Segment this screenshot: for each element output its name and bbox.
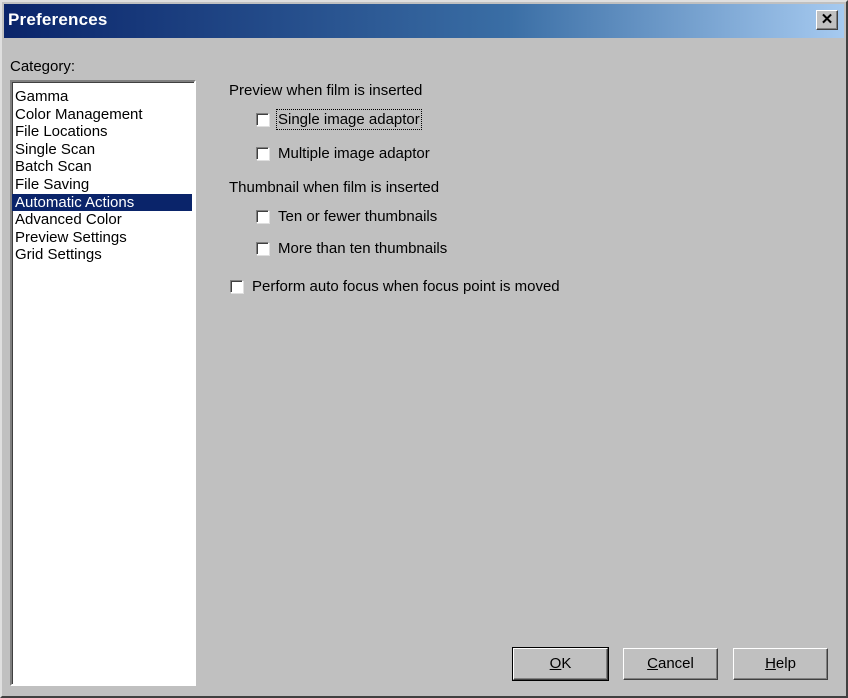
category-item-single-scan[interactable]: Single Scan: [12, 141, 192, 159]
auto-focus-checkbox[interactable]: Perform auto focus when focus point is m…: [230, 278, 560, 295]
window-title: Preferences: [8, 10, 108, 29]
category-item-gamma[interactable]: Gamma: [12, 88, 192, 106]
preferences-dialog: Preferences ✕ Category: Gamma Color Mana…: [0, 0, 848, 698]
preview-heading: Preview when film is inserted: [229, 82, 423, 99]
multiple-image-adaptor-checkbox[interactable]: Multiple image adaptor: [256, 145, 430, 162]
checkbox-box[interactable]: [256, 113, 269, 126]
more-than-ten-thumbnails-checkbox[interactable]: More than ten thumbnails: [256, 240, 447, 257]
help-label-rest: elp: [775, 655, 796, 672]
checkbox-box[interactable]: [256, 242, 269, 255]
category-item-advanced-color[interactable]: Advanced Color: [12, 211, 192, 229]
thumbnail-heading: Thumbnail when film is inserted: [229, 179, 440, 196]
single-image-adaptor-checkbox[interactable]: Single image adaptor: [256, 109, 422, 130]
close-icon: ✕: [820, 11, 834, 28]
close-button[interactable]: ✕: [816, 10, 838, 30]
category-item-batch-scan[interactable]: Batch Scan: [12, 158, 192, 176]
category-label: Category:: [10, 58, 76, 75]
checkbox-label[interactable]: Multiple image adaptor: [278, 145, 430, 162]
ok-label-rest: K: [561, 655, 572, 672]
title-bar[interactable]: Preferences ✕: [4, 4, 844, 38]
help-mnemonic: H: [765, 655, 776, 672]
help-button[interactable]: Help: [733, 648, 828, 680]
checkbox-box[interactable]: [230, 280, 243, 293]
category-item-automatic-actions[interactable]: Automatic Actions: [12, 193, 192, 212]
cancel-mnemonic: C: [647, 655, 658, 672]
category-item-color-management[interactable]: Color Management: [12, 106, 192, 124]
cancel-label-rest: ancel: [657, 655, 694, 672]
category-item-preview-settings[interactable]: Preview Settings: [12, 229, 192, 247]
category-item-grid-settings[interactable]: Grid Settings: [12, 246, 192, 264]
checkbox-label[interactable]: Perform auto focus when focus point is m…: [252, 278, 560, 295]
category-list[interactable]: Gamma Color Management File Locations Si…: [10, 80, 196, 686]
checkbox-label[interactable]: More than ten thumbnails: [278, 240, 447, 257]
ok-mnemonic: O: [549, 655, 562, 672]
checkbox-box[interactable]: [256, 147, 269, 160]
cancel-button[interactable]: Cancel: [623, 648, 718, 680]
category-item-file-saving[interactable]: File Saving: [12, 176, 192, 194]
checkbox-label[interactable]: Ten or fewer thumbnails: [278, 208, 437, 225]
checkbox-label[interactable]: Single image adaptor: [276, 109, 422, 130]
category-item-file-locations[interactable]: File Locations: [12, 123, 192, 141]
checkbox-box[interactable]: [256, 210, 269, 223]
ok-button[interactable]: OK: [512, 647, 609, 681]
ten-or-fewer-thumbnails-checkbox[interactable]: Ten or fewer thumbnails: [256, 208, 437, 225]
